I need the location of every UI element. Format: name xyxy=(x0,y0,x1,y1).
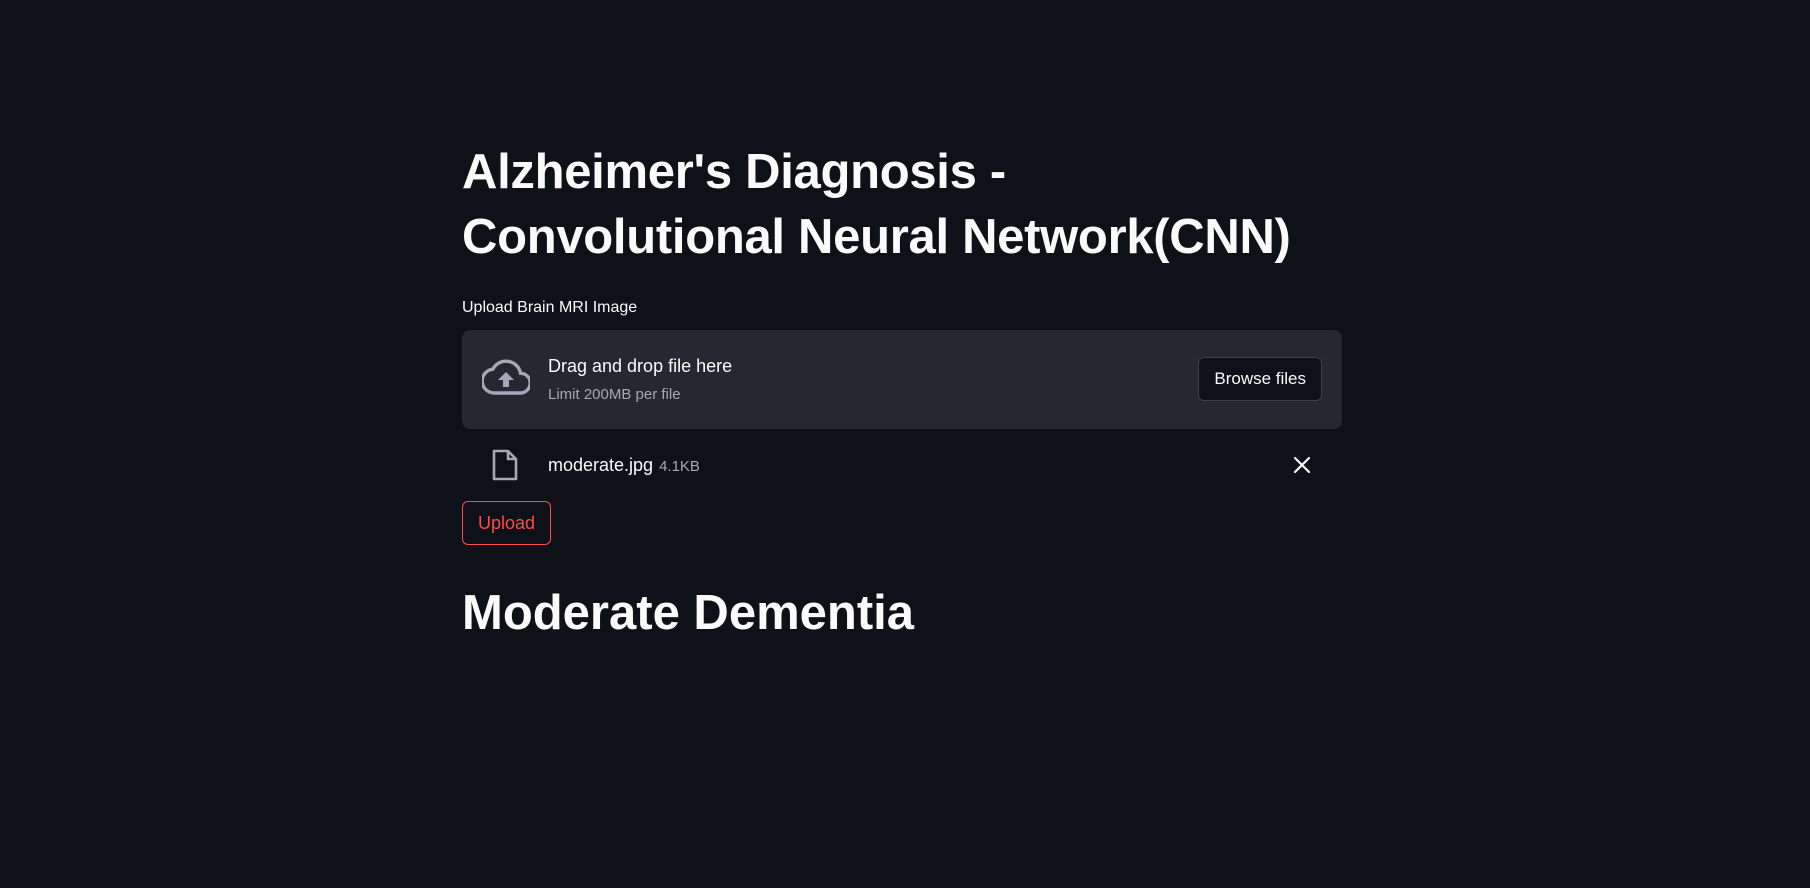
file-info: moderate.jpg 4.1KB xyxy=(548,453,700,479)
dropzone-instruction: Drag and drop file here xyxy=(548,356,733,376)
dropzone-limit: Limit 200MB per file xyxy=(548,386,681,403)
cloud-upload-icon xyxy=(482,359,530,395)
diagnosis-result: Moderate Dementia xyxy=(462,586,915,640)
file-dropzone[interactable]: Drag and drop file here Limit 200MB per … xyxy=(462,330,1342,429)
file-size: 4.1KB xyxy=(659,458,700,475)
page-title-line2: Convolutional Neural Network(CNN) xyxy=(462,210,1291,264)
main-content: Alzheimer's Diagnosis - Convolutional Ne… xyxy=(462,140,1342,643)
browse-files-button[interactable]: Browse files xyxy=(1198,357,1322,401)
upload-button[interactable]: Upload xyxy=(462,501,552,545)
page-title: Alzheimer's Diagnosis - Convolutional Ne… xyxy=(462,140,1342,270)
remove-file-button[interactable] xyxy=(1290,453,1314,477)
uploaded-file-row: moderate.jpg 4.1KB xyxy=(462,429,1342,501)
file-name: moderate.jpg xyxy=(548,455,654,475)
dropzone-text: Drag and drop file here Limit 200MB per … xyxy=(548,354,732,405)
file-icon xyxy=(492,449,518,481)
close-icon xyxy=(1293,456,1311,474)
uploader-label: Upload Brain MRI Image xyxy=(462,299,638,316)
page-title-line1: Alzheimer's Diagnosis - xyxy=(462,145,1006,199)
